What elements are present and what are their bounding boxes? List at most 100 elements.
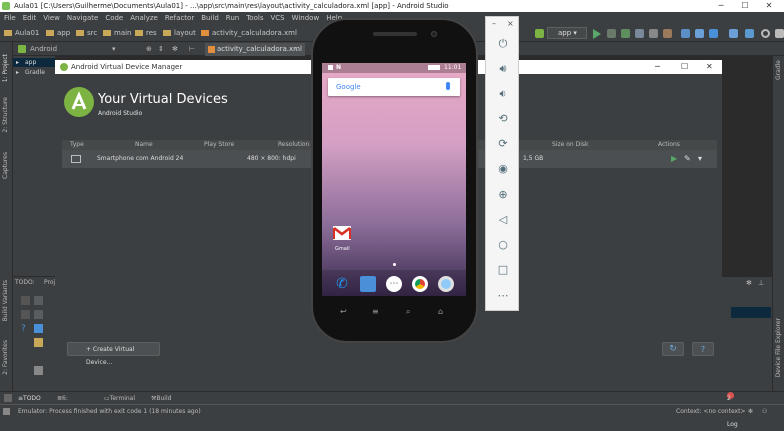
- make-project-icon[interactable]: [535, 29, 544, 38]
- project-view-select[interactable]: Android: [30, 42, 57, 56]
- menu-run[interactable]: Run: [226, 14, 239, 22]
- minimize-button[interactable]: ─: [655, 60, 660, 74]
- collapse-all-icon[interactable]: [34, 310, 43, 319]
- breadcrumb-file[interactable]: activity_calculadora.xml: [201, 25, 297, 42]
- settings-icon[interactable]: [775, 29, 784, 38]
- status-icon[interactable]: [3, 408, 10, 415]
- maximize-button[interactable]: ☐: [681, 60, 688, 74]
- run-config-select[interactable]: app ▾: [547, 27, 587, 39]
- run-icon[interactable]: [593, 29, 601, 39]
- refresh-button[interactable]: ↻: [662, 342, 684, 356]
- sync-gradle-icon[interactable]: [681, 29, 690, 38]
- menu-code[interactable]: Code: [105, 14, 123, 22]
- menu-window[interactable]: Window: [292, 14, 320, 22]
- tab-activity-calculadora[interactable]: activity_calculadora.xml ×: [205, 43, 305, 56]
- breadcrumb-app[interactable]: app: [46, 25, 70, 42]
- debug-icon[interactable]: [621, 29, 630, 38]
- hide-panel-icon[interactable]: ⊢: [189, 42, 195, 56]
- menu-navigate[interactable]: Navigate: [67, 14, 98, 22]
- toggle-panels-icon[interactable]: [4, 394, 12, 402]
- layout-inspector-icon[interactable]: [745, 29, 754, 38]
- help-button[interactable]: ?: [692, 342, 714, 356]
- menu-edit[interactable]: Edit: [23, 14, 37, 22]
- messages-app-icon[interactable]: [360, 276, 376, 292]
- gear-icon[interactable]: ✻: [172, 42, 178, 56]
- launch-icon[interactable]: ▶: [671, 150, 677, 168]
- tree-item-app[interactable]: ▸ app: [13, 58, 55, 67]
- menu-vcs[interactable]: VCS: [270, 14, 284, 22]
- previous-icon[interactable]: [21, 296, 30, 305]
- create-virtual-device-button[interactable]: + Create Virtual Device...: [67, 342, 160, 366]
- home-icon[interactable]: ○: [486, 238, 520, 251]
- more-icon[interactable]: ⋯: [486, 289, 520, 302]
- stop-icon[interactable]: [663, 29, 672, 38]
- profile-icon[interactable]: [635, 29, 644, 38]
- chevron-down-icon[interactable]: ▾: [112, 42, 116, 56]
- emulator-close-button[interactable]: ×: [507, 19, 514, 28]
- menu-refactor[interactable]: Refactor: [165, 14, 194, 22]
- avd-manager-icon[interactable]: [709, 29, 718, 38]
- tab-structure[interactable]: 2: Structure: [2, 97, 9, 133]
- tree-item-gradle[interactable]: ▸ Gradle: [13, 68, 55, 77]
- edit-icon[interactable]: ✎: [684, 150, 691, 168]
- column-resolution[interactable]: Resolution: [278, 140, 309, 150]
- gear-icon[interactable]: ✻: [746, 279, 752, 287]
- zoom-icon[interactable]: ⊕: [486, 188, 520, 201]
- search-icon[interactable]: [761, 29, 770, 38]
- export-icon[interactable]: [34, 366, 43, 375]
- camera-app-icon[interactable]: [438, 276, 454, 292]
- hide-panel-icon[interactable]: ⊥: [758, 279, 764, 287]
- google-search-bar[interactable]: Google: [328, 78, 460, 96]
- breadcrumb-src[interactable]: src: [76, 25, 97, 42]
- apply-changes-icon[interactable]: [607, 29, 616, 38]
- gmail-app-icon[interactable]: [333, 226, 351, 240]
- collapse-all-icon[interactable]: ⇕: [158, 42, 164, 56]
- expand-all-icon[interactable]: [34, 296, 43, 305]
- rotate-left-icon[interactable]: ⟲: [486, 112, 520, 125]
- device-manager-icon[interactable]: [729, 29, 738, 38]
- volume-up-icon[interactable]: 🔊︎: [486, 62, 520, 76]
- menu-build[interactable]: Build: [201, 14, 219, 22]
- back-key-icon[interactable]: ↩: [340, 307, 347, 316]
- breadcrumb-layout[interactable]: layout: [163, 25, 196, 42]
- overview-icon[interactable]: □: [486, 263, 520, 276]
- gear-icon[interactable]: ✻: [748, 405, 753, 418]
- minimize-button[interactable]: ─: [710, 0, 732, 12]
- tab-favorites[interactable]: 2: Favorites: [2, 340, 9, 375]
- breadcrumb-main[interactable]: main: [103, 25, 132, 42]
- menu-file[interactable]: File: [4, 14, 16, 22]
- menu-analyze[interactable]: Analyze: [130, 14, 158, 22]
- chrome-app-icon[interactable]: [412, 276, 428, 292]
- emulator-minimize-button[interactable]: –: [492, 19, 496, 28]
- column-size-on-disk[interactable]: Size on Disk: [552, 140, 589, 150]
- filter-icon[interactable]: [34, 338, 43, 347]
- breadcrumb-res[interactable]: res: [135, 25, 157, 42]
- mic-icon[interactable]: [446, 82, 450, 90]
- app-drawer-icon[interactable]: ⋯: [386, 276, 402, 292]
- todo-tab-project[interactable]: Proj: [44, 279, 55, 286]
- breadcrumb-project[interactable]: Aula01: [4, 25, 39, 42]
- help-icon[interactable]: ?: [21, 324, 26, 334]
- power-icon[interactable]: ⏻: [486, 37, 520, 51]
- column-type[interactable]: Type: [70, 140, 84, 150]
- tab-build-variants[interactable]: Build Variants: [2, 280, 9, 321]
- tab-captures[interactable]: Captures: [2, 152, 9, 179]
- column-name[interactable]: Name: [135, 140, 153, 150]
- camera-icon[interactable]: ◉: [486, 162, 520, 175]
- tab-gradle[interactable]: Gradle: [775, 60, 782, 80]
- inspector-icon[interactable]: ⚇: [762, 405, 767, 418]
- close-button[interactable]: ✕: [706, 60, 713, 74]
- group-by-icon[interactable]: [34, 324, 43, 333]
- scroll-from-source-icon[interactable]: ⊕: [146, 42, 152, 56]
- tab-device-file-explorer[interactable]: Device File Explorer: [775, 318, 782, 377]
- search-key-icon[interactable]: ⌕: [406, 307, 410, 317]
- emulator-screen[interactable]: [322, 63, 466, 296]
- selected-row[interactable]: [731, 307, 771, 318]
- rotate-right-icon[interactable]: ⟳: [486, 137, 520, 150]
- chevron-down-icon[interactable]: ▾: [698, 150, 702, 168]
- volume-down-icon[interactable]: 🔉︎: [486, 87, 520, 101]
- phone-app-icon[interactable]: ✆: [334, 276, 350, 292]
- close-tab-icon[interactable]: ×: [293, 43, 299, 56]
- menu-view[interactable]: View: [43, 14, 60, 22]
- next-icon[interactable]: [21, 310, 30, 319]
